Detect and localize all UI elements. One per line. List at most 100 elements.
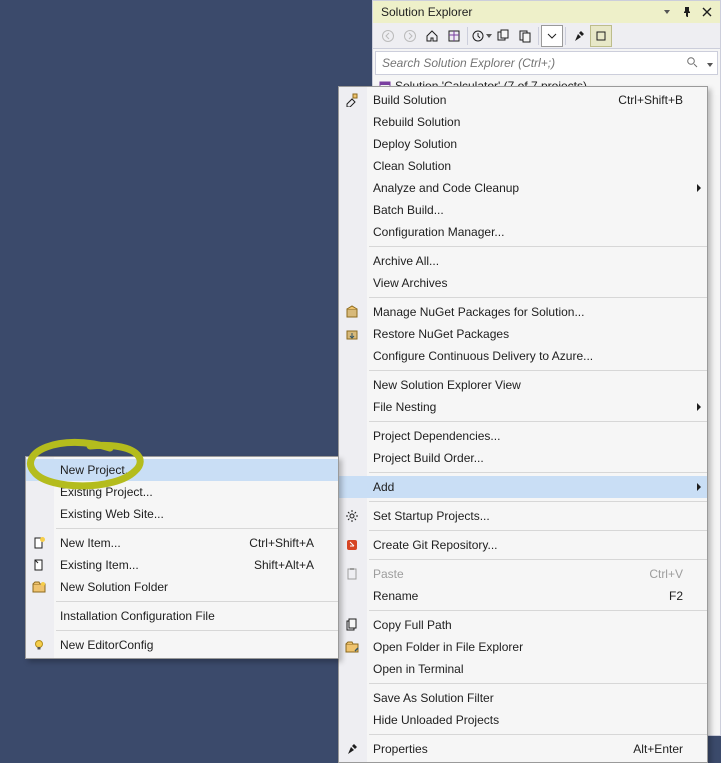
menu-item-new-solution-folder[interactable]: New Solution Folder bbox=[26, 576, 338, 598]
menu-item-set-startup-projects[interactable]: Set Startup Projects... bbox=[339, 505, 707, 527]
menu-item-open-folder-in-file-explorer[interactable]: Open Folder in File Explorer bbox=[339, 636, 707, 658]
menu-separator bbox=[369, 610, 707, 611]
menu-item-open-in-terminal[interactable]: Open in Terminal bbox=[339, 658, 707, 680]
menu-item-save-as-solution-filter[interactable]: Save As Solution Filter bbox=[339, 687, 707, 709]
menu-item-deploy-solution[interactable]: Deploy Solution bbox=[339, 133, 707, 155]
menu-item-view-archives[interactable]: View Archives bbox=[339, 272, 707, 294]
menu-item-archive-all[interactable]: Archive All... bbox=[339, 250, 707, 272]
search-icon[interactable] bbox=[681, 56, 703, 71]
menu-item-label: Hide Unloaded Projects bbox=[373, 709, 499, 731]
menu-item-label: Deploy Solution bbox=[373, 133, 457, 155]
menu-item-label: Manage NuGet Packages for Solution... bbox=[373, 301, 584, 323]
menu-item-label: Archive All... bbox=[373, 250, 439, 272]
menu-item-label: Open in Terminal bbox=[373, 658, 464, 680]
menu-item-label: Open Folder in File Explorer bbox=[373, 636, 523, 658]
menu-item-clean-solution[interactable]: Clean Solution bbox=[339, 155, 707, 177]
add-submenu: New Project...Existing Project...Existin… bbox=[25, 456, 339, 659]
menu-separator bbox=[369, 501, 707, 502]
menu-item-label: View Archives bbox=[373, 272, 447, 294]
menu-item-rename[interactable]: RenameF2 bbox=[339, 585, 707, 607]
menu-item-label: Rename bbox=[373, 585, 418, 607]
menu-item-label: Installation Configuration File bbox=[60, 605, 215, 627]
menu-item-project-dependencies[interactable]: Project Dependencies... bbox=[339, 425, 707, 447]
new-item-icon bbox=[30, 534, 48, 552]
menu-item-label: New EditorConfig bbox=[60, 634, 153, 656]
collapse-all-icon[interactable] bbox=[541, 25, 563, 47]
menu-item-label: Set Startup Projects... bbox=[373, 505, 490, 527]
menu-separator bbox=[56, 601, 338, 602]
menu-item-batch-build[interactable]: Batch Build... bbox=[339, 199, 707, 221]
toolbar-separator bbox=[467, 27, 468, 45]
menu-item-installation-configuration-file[interactable]: Installation Configuration File bbox=[26, 605, 338, 627]
menu-item-restore-nuget-packages[interactable]: Restore NuGet Packages bbox=[339, 323, 707, 345]
menu-separator bbox=[369, 246, 707, 247]
menu-item-configure-continuous-delivery-to-azure[interactable]: Configure Continuous Delivery to Azure..… bbox=[339, 345, 707, 367]
toolbar-separator bbox=[538, 27, 539, 45]
submenu-arrow-icon bbox=[697, 403, 701, 411]
menu-item-label: Configure Continuous Delivery to Azure..… bbox=[373, 345, 593, 367]
menu-item-label: Analyze and Code Cleanup bbox=[373, 177, 519, 199]
menu-separator bbox=[369, 530, 707, 531]
toolbar-separator bbox=[565, 27, 566, 45]
menu-item-shortcut: Alt+Enter bbox=[633, 738, 683, 760]
home-icon[interactable] bbox=[421, 25, 443, 47]
menu-item-label: New Project... bbox=[60, 459, 135, 481]
menu-item-shortcut: Shift+Alt+A bbox=[254, 554, 314, 576]
menu-item-properties[interactable]: PropertiesAlt+Enter bbox=[339, 738, 707, 760]
solution-explorer-search[interactable] bbox=[375, 51, 718, 75]
submenu-arrow-icon bbox=[697, 483, 701, 491]
search-options-icon[interactable] bbox=[703, 56, 717, 70]
menu-item-label: File Nesting bbox=[373, 396, 436, 418]
menu-item-create-git-repository[interactable]: Create Git Repository... bbox=[339, 534, 707, 556]
menu-item-new-project[interactable]: New Project... bbox=[26, 459, 338, 481]
menu-item-label: New Item... bbox=[60, 532, 121, 554]
window-menu-icon[interactable] bbox=[658, 3, 676, 21]
properties-icon[interactable] bbox=[568, 25, 590, 47]
search-input[interactable] bbox=[376, 56, 681, 70]
submenu-arrow-icon bbox=[697, 184, 701, 192]
menu-item-project-build-order[interactable]: Project Build Order... bbox=[339, 447, 707, 469]
menu-item-build-solution[interactable]: Build SolutionCtrl+Shift+B bbox=[339, 89, 707, 111]
menu-item-new-item[interactable]: New Item... Ctrl+Shift+A bbox=[26, 532, 338, 554]
menu-separator bbox=[369, 559, 707, 560]
close-icon[interactable] bbox=[698, 3, 716, 21]
menu-item-new-editorconfig[interactable]: New EditorConfig bbox=[26, 634, 338, 656]
menu-item-shortcut: Ctrl+Shift+B bbox=[618, 89, 683, 111]
switch-views-icon[interactable] bbox=[443, 25, 465, 47]
preview-icon[interactable] bbox=[590, 25, 612, 47]
explorer-icon bbox=[343, 638, 361, 656]
nav-forward-icon[interactable] bbox=[399, 25, 421, 47]
menu-item-configuration-manager[interactable]: Configuration Manager... bbox=[339, 221, 707, 243]
menu-item-shortcut: Ctrl+Shift+A bbox=[249, 532, 314, 554]
menu-item-new-solution-explorer-view[interactable]: New Solution Explorer View bbox=[339, 374, 707, 396]
menu-item-label: Create Git Repository... bbox=[373, 534, 498, 556]
menu-item-label: Copy Full Path bbox=[373, 614, 452, 636]
menu-item-file-nesting[interactable]: File Nesting bbox=[339, 396, 707, 418]
menu-item-label: Save As Solution Filter bbox=[373, 687, 494, 709]
menu-item-copy-full-path[interactable]: Copy Full Path bbox=[339, 614, 707, 636]
solution-explorer-title: Solution Explorer bbox=[381, 1, 472, 23]
build-icon bbox=[343, 91, 361, 109]
show-all-files-icon[interactable] bbox=[514, 25, 536, 47]
sync-icon[interactable] bbox=[492, 25, 514, 47]
menu-item-label: Existing Item... bbox=[60, 554, 139, 576]
menu-separator bbox=[369, 421, 707, 422]
nav-back-icon[interactable] bbox=[377, 25, 399, 47]
pin-icon[interactable] bbox=[678, 3, 696, 21]
menu-item-existing-web-site[interactable]: Existing Web Site... bbox=[26, 503, 338, 525]
menu-item-existing-item[interactable]: Existing Item... Shift+Alt+A bbox=[26, 554, 338, 576]
pending-changes-filter-icon[interactable] bbox=[470, 25, 492, 47]
folder-icon bbox=[30, 578, 48, 596]
menu-item-analyze-and-code-cleanup[interactable]: Analyze and Code Cleanup bbox=[339, 177, 707, 199]
menu-separator bbox=[56, 528, 338, 529]
menu-item-manage-nuget-packages-for-solution[interactable]: Manage NuGet Packages for Solution... bbox=[339, 301, 707, 323]
copy-path-icon bbox=[343, 616, 361, 634]
menu-item-label: Clean Solution bbox=[373, 155, 451, 177]
solution-context-menu: Build SolutionCtrl+Shift+BRebuild Soluti… bbox=[338, 86, 708, 763]
menu-item-add[interactable]: Add bbox=[339, 476, 707, 498]
menu-item-hide-unloaded-projects[interactable]: Hide Unloaded Projects bbox=[339, 709, 707, 731]
menu-item-rebuild-solution[interactable]: Rebuild Solution bbox=[339, 111, 707, 133]
menu-item-shortcut: Ctrl+V bbox=[649, 563, 683, 585]
menu-separator bbox=[369, 734, 707, 735]
menu-item-existing-project[interactable]: Existing Project... bbox=[26, 481, 338, 503]
